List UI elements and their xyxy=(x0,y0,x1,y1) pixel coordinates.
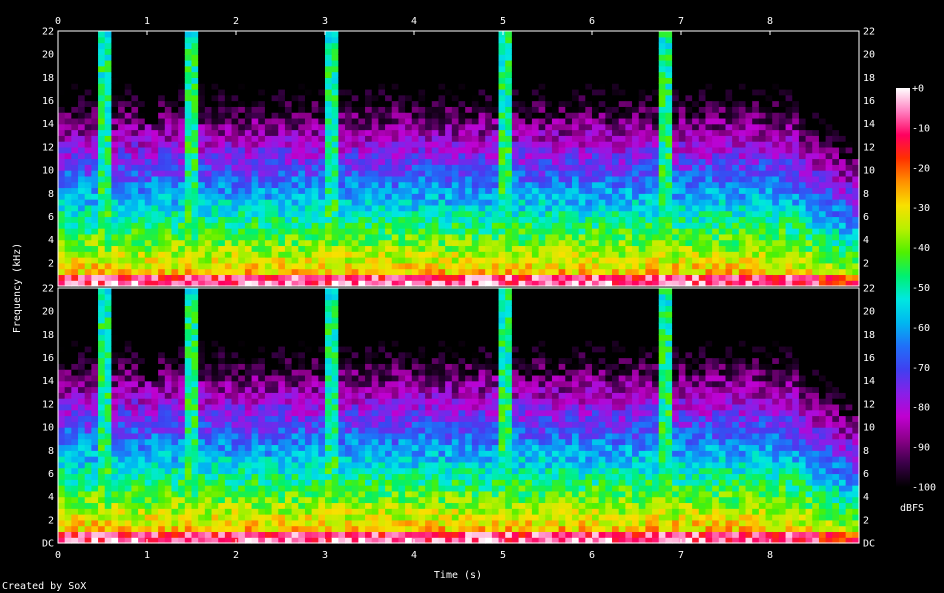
colorbar-tick-label: -10 xyxy=(912,123,930,134)
x-tick-label-top: 6 xyxy=(589,16,595,27)
y-tick-label-right: 16 xyxy=(863,353,875,364)
spectrogram-channel-1 xyxy=(57,30,860,287)
x-tick-label: 1 xyxy=(144,550,150,561)
x-tick-label-top: 8 xyxy=(767,16,773,27)
y-tick-label-right: 8 xyxy=(863,446,869,457)
y-tick-label-right: 2 xyxy=(863,258,869,269)
y-tick-label-right: 22 xyxy=(863,27,875,38)
y-tick-label: 4 xyxy=(48,235,54,246)
y-tick-label: 10 xyxy=(42,423,54,434)
y-tick-label: 4 xyxy=(48,492,54,503)
y-tick-label-right: 2 xyxy=(863,515,869,526)
y-tick-label: 6 xyxy=(48,469,54,480)
x-tick-label-top: 0 xyxy=(55,16,61,27)
y-tick-label-right: 6 xyxy=(863,469,869,480)
y-tick-label-right: 14 xyxy=(863,376,875,387)
y-tick-label: 22 xyxy=(42,284,54,295)
y-tick-label-right: 4 xyxy=(863,492,869,503)
x-tick-label-top: 5 xyxy=(500,16,506,27)
y-tick-label: 22 xyxy=(42,27,54,38)
colorbar-tick-label: -50 xyxy=(912,283,930,294)
x-tick-label: 8 xyxy=(767,550,773,561)
colorbar-label: dBFS xyxy=(900,503,924,514)
y-tick-label-right: 18 xyxy=(863,73,875,84)
y-tick-label-right: 12 xyxy=(863,142,875,153)
y-tick-label-right: 18 xyxy=(863,330,875,341)
y-tick-label-right: DC xyxy=(863,539,875,550)
y-tick-label-right: 4 xyxy=(863,235,869,246)
y-tick-label-right: 12 xyxy=(863,399,875,410)
y-tick-label-right: 10 xyxy=(863,166,875,177)
colorbar-tick-label: -40 xyxy=(912,243,930,254)
footer-text: Created by SoX xyxy=(2,581,86,592)
y-tick-label-right: 6 xyxy=(863,212,869,223)
x-axis-label: Time (s) xyxy=(434,570,482,581)
colorbar-tick-label: +0 xyxy=(912,84,924,95)
colorbar-tick-label: -100 xyxy=(912,483,936,494)
y-tick-label: 20 xyxy=(42,50,54,61)
x-tick-label-top: 1 xyxy=(144,16,150,27)
spectrogram-channel-2 xyxy=(57,287,860,544)
y-tick-label: DC xyxy=(42,539,54,550)
x-tick-label: 6 xyxy=(589,550,595,561)
y-tick-label: 18 xyxy=(42,330,54,341)
y-tick-label: 6 xyxy=(48,212,54,223)
y-tick-label-right: 16 xyxy=(863,96,875,107)
y-tick-label: 8 xyxy=(48,446,54,457)
y-tick-label-right: 10 xyxy=(863,423,875,434)
x-tick-label-top: 7 xyxy=(678,16,684,27)
colorbar-tick-label: -70 xyxy=(912,363,930,374)
colorbar-tick-label: -20 xyxy=(912,163,930,174)
y-tick-label: 16 xyxy=(42,353,54,364)
y-tick-label: 20 xyxy=(42,307,54,318)
colorbar-gradient xyxy=(896,88,910,487)
x-tick-label-top: 4 xyxy=(411,16,417,27)
y-axis-label: Frequency (kHz) xyxy=(12,243,23,333)
y-tick-label: 12 xyxy=(42,399,54,410)
y-tick-label: 8 xyxy=(48,189,54,200)
y-tick-label: 14 xyxy=(42,376,54,387)
y-tick-label: 2 xyxy=(48,515,54,526)
y-tick-label: 18 xyxy=(42,73,54,84)
y-tick-label-right: 14 xyxy=(863,119,875,130)
y-tick-label-right: 20 xyxy=(863,50,875,61)
y-tick-label-right: 22 xyxy=(863,284,875,295)
x-tick-label: 2 xyxy=(233,550,239,561)
y-tick-label: 12 xyxy=(42,142,54,153)
y-tick-label: 16 xyxy=(42,96,54,107)
colorbar-tick-label: -30 xyxy=(912,203,930,214)
y-tick-label: 14 xyxy=(42,119,54,130)
x-tick-label-top: 2 xyxy=(233,16,239,27)
x-tick-label: 0 xyxy=(55,550,61,561)
colorbar-tick-label: -60 xyxy=(912,323,930,334)
x-tick-label-top: 3 xyxy=(322,16,328,27)
spectrogram-svg: 00112233445566778822 2220 2018 1816 1614 1412… xyxy=(2,16,936,592)
y-tick-label-right: 8 xyxy=(863,189,869,200)
colorbar: +0 -10 -20 -30 -40 -50 -60 -70 -80 -90 -100 xyxy=(896,84,936,494)
x-tick-label: 3 xyxy=(322,550,328,561)
spectrogram-figure: 0 0 1 1 2 2 3 3 4 4 5 5 6 6 7 7 8 8 22 22 20 20 18 18 16 16 14 14 12… xyxy=(0,0,944,593)
x-tick-label: 7 xyxy=(678,550,684,561)
x-tick-label: 5 xyxy=(500,550,506,561)
y-tick-label: 10 xyxy=(42,166,54,177)
y-tick-label-right: 20 xyxy=(863,307,875,318)
x-tick-label: 4 xyxy=(411,550,417,561)
y-tick-label: 2 xyxy=(48,258,54,269)
colorbar-tick-label: -90 xyxy=(912,443,930,454)
colorbar-tick-label: -80 xyxy=(912,403,930,414)
